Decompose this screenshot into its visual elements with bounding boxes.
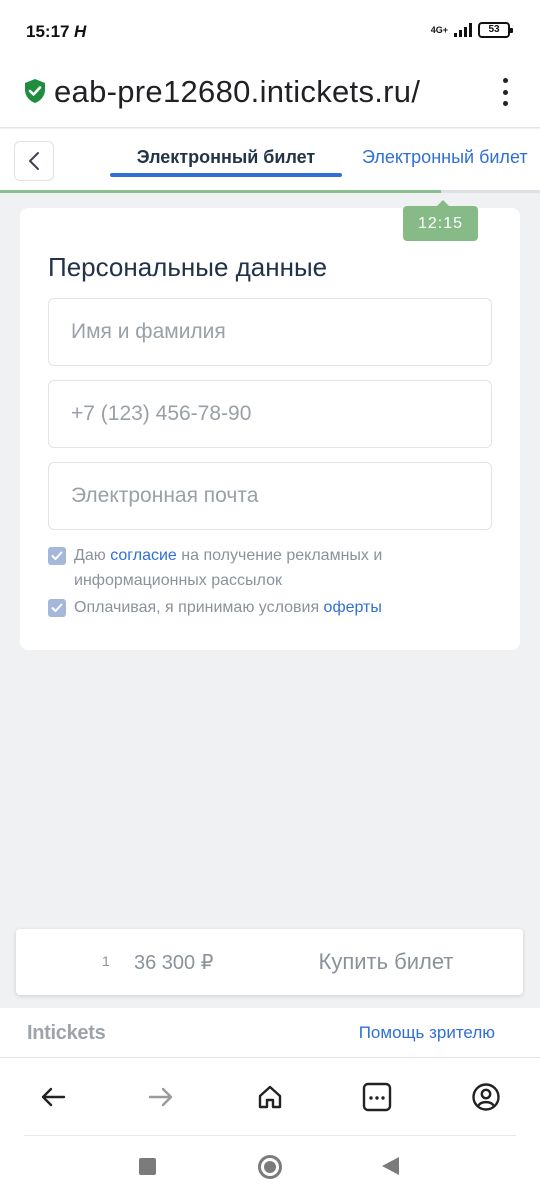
checkmark-icon [51, 603, 63, 612]
consent-link[interactable]: согласие [110, 547, 177, 564]
name-field[interactable] [48, 298, 492, 366]
offer-link[interactable]: оферты [324, 599, 382, 616]
browser-bottom-nav [0, 1058, 540, 1136]
email-field[interactable] [48, 462, 492, 530]
ticket-quantity: 1 [102, 953, 110, 969]
battery-icon: 53 [478, 22, 513, 38]
status-indicators: 4G+ 53 [430, 22, 513, 38]
offer-text: Оплачивая, я принимаю условия оферты [74, 595, 494, 620]
buy-ticket-button[interactable]: Купить билет [294, 941, 478, 983]
phone-field[interactable] [48, 380, 492, 448]
offer-prefix: Оплачивая, я принимаю условия [74, 599, 324, 616]
arrow-left-icon[interactable] [36, 1080, 70, 1114]
tab-ticket-active[interactable]: Электронный билет [110, 147, 342, 168]
home-circle-icon[interactable] [258, 1155, 282, 1179]
active-tab-indicator [110, 173, 342, 177]
recents-square-icon[interactable] [139, 1158, 156, 1175]
chevron-left-icon [29, 152, 39, 170]
checkmark-icon [51, 551, 63, 560]
home-icon[interactable] [253, 1080, 287, 1114]
ticket-tabs-bar: Электронный билет Электронный билет [0, 129, 540, 192]
arrow-right-icon[interactable] [144, 1080, 178, 1114]
card-title: Персональные данные [48, 252, 328, 282]
purchase-bar: 1 36 300 ₽ Купить билет [16, 929, 523, 995]
consent-prefix: Даю [74, 547, 111, 564]
timer-badge: 12:15 [403, 206, 478, 241]
account-icon[interactable] [469, 1080, 503, 1114]
url-text[interactable]: eab-pre12680.intickets.ru/ [54, 74, 474, 110]
help-link[interactable]: Помощь зрителю [359, 1023, 495, 1043]
shield-check-icon [25, 79, 45, 103]
consent-text: Даю согласие на получение рекламных и ин… [74, 543, 454, 593]
status-time: 15:17 [26, 22, 70, 41]
site-footer: Intickets Помощь зрителю [0, 1008, 540, 1058]
intickets-logo[interactable]: Intickets [27, 1022, 106, 1045]
more-vert-icon[interactable] [500, 78, 510, 106]
status-bar: 15:17 H 4G+ 53 [0, 0, 540, 62]
personal-data-card: Персональные данные Даю согласие на полу… [20, 208, 520, 650]
back-button[interactable] [14, 141, 54, 181]
network-type-label: 4G+ [430, 25, 448, 35]
offer-checkbox[interactable] [48, 599, 66, 617]
signal-icon [454, 23, 472, 37]
browser-url-bar: eab-pre12680.intickets.ru/ [0, 62, 540, 128]
timer-progress-fill [0, 190, 441, 193]
consent-checkbox[interactable] [48, 547, 66, 565]
consent-row: Даю согласие на получение рекламных и ин… [48, 546, 454, 593]
system-navigation-bar [0, 1136, 540, 1200]
app-notification-icon: H [74, 22, 87, 41]
back-triangle-icon[interactable] [382, 1157, 399, 1175]
tab-ticket-second[interactable]: Электронный билет [362, 147, 540, 168]
offer-row: Оплачивая, я принимаю условия оферты [48, 598, 494, 620]
tabs-icon[interactable] [360, 1080, 394, 1114]
total-price: 36 300 ₽ [134, 952, 214, 974]
